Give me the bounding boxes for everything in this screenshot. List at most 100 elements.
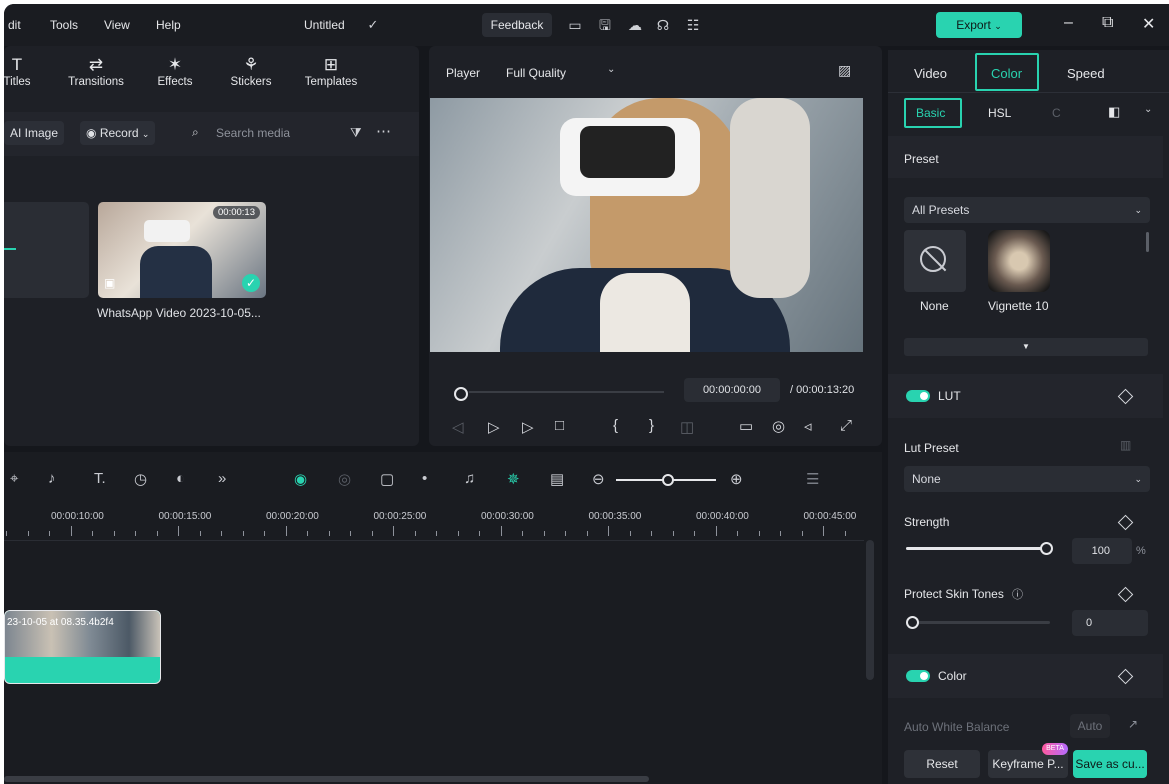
compare-view-icon[interactable]: ◧ xyxy=(1108,104,1120,120)
templates-tool[interactable]: ⊞ Templates xyxy=(296,54,366,88)
timeline-clip[interactable]: 23-10-05 at 08.35.4b2f4 xyxy=(4,610,161,684)
stickers-tool[interactable]: ⚘ Stickers xyxy=(216,54,286,88)
color-palette-icon[interactable]: ◐ xyxy=(176,470,185,487)
clip-marker-icon[interactable]: ◫ xyxy=(680,418,694,436)
restore-icon[interactable]: ⧉ xyxy=(1102,14,1113,32)
video-preview[interactable] xyxy=(430,98,863,352)
apps-grid-icon[interactable]: ☷ xyxy=(684,16,702,34)
strength-track[interactable] xyxy=(906,547,1046,550)
mark-in-icon[interactable]: { xyxy=(613,417,618,434)
save-icon[interactable]: 🖫 xyxy=(596,16,614,34)
strength-handle[interactable] xyxy=(1040,542,1053,555)
crop-icon[interactable]: ⌖ xyxy=(10,470,18,487)
strength-input[interactable]: 100 xyxy=(1072,538,1132,564)
trash-icon[interactable]: ▥ xyxy=(1120,438,1131,452)
timeline-ruler[interactable]: 00:00:10:00 00:00:15:00 00:00:20:00 00:00:2… xyxy=(4,504,864,540)
mic-icon[interactable]: • xyxy=(422,470,427,487)
quality-select[interactable]: Full Quality xyxy=(506,66,566,80)
menu-view[interactable]: View xyxy=(104,18,130,32)
close-icon[interactable]: ✕ xyxy=(1142,14,1155,34)
audio-icon[interactable]: ♪ xyxy=(48,470,56,487)
lut-preset-select[interactable]: None ⌄ xyxy=(904,466,1150,492)
ruler-tick-mark xyxy=(242,531,244,536)
protect-handle[interactable] xyxy=(906,616,919,629)
fullscreen-icon[interactable]: ⤢ xyxy=(840,417,852,434)
preset-none-thumb[interactable] xyxy=(904,230,966,292)
help-icon[interactable]: ⓘ xyxy=(1012,586,1023,602)
more-tools-icon[interactable]: » xyxy=(218,470,226,487)
current-time[interactable]: 00:00:00:00 xyxy=(684,378,780,402)
speed-icon[interactable]: ◷ xyxy=(134,470,147,488)
color-toggle[interactable] xyxy=(906,670,930,682)
music-list-icon[interactable]: ♫ xyxy=(464,470,475,487)
track-layout-icon[interactable]: ☰ xyxy=(806,470,819,488)
lut-toggle[interactable] xyxy=(906,390,930,402)
text-tool-icon[interactable]: T. xyxy=(94,470,106,487)
menu-tools[interactable]: Tools xyxy=(50,18,78,32)
chevron-down-icon[interactable]: ⌄ xyxy=(1144,104,1152,115)
tab-video[interactable]: Video xyxy=(914,66,947,81)
next-frame-icon[interactable]: ▷ xyxy=(488,418,500,436)
prev-frame-icon[interactable]: ◁ xyxy=(452,418,464,436)
play-icon[interactable]: ▷ xyxy=(522,418,534,436)
filter-icon[interactable]: ⧩ xyxy=(350,125,362,141)
zoom-handle[interactable] xyxy=(662,474,674,486)
titles-tool[interactable]: T Titles xyxy=(4,54,52,88)
ruler-tick-label: 00:00:30:00 xyxy=(481,511,534,522)
tab-speed[interactable]: Speed xyxy=(1067,66,1105,81)
protect-track[interactable] xyxy=(906,621,1050,624)
save-as-custom-button[interactable]: Save as cu... xyxy=(1073,750,1147,778)
headset-icon[interactable]: ☊ xyxy=(654,16,672,34)
media-clip-thumbnail[interactable]: 00:00:13 ✓ ▣ xyxy=(98,202,266,298)
preset-scrollbar[interactable] xyxy=(1146,232,1149,252)
menu-edit[interactable]: dit xyxy=(8,18,21,32)
snapshot-view-icon[interactable]: ▨ xyxy=(838,62,851,79)
transitions-tool[interactable]: ⇄ Transitions xyxy=(61,54,131,88)
render-icon[interactable]: ◎ xyxy=(338,470,351,488)
ai-mascot-icon[interactable]: ◉ xyxy=(294,470,307,488)
subtab-basic[interactable]: Basic xyxy=(916,106,945,120)
more-icon[interactable]: ⋯ xyxy=(376,122,391,140)
horizontal-scrollbar[interactable] xyxy=(4,776,649,782)
chevron-down-icon[interactable]: ⌄ xyxy=(607,64,615,75)
ruler-tick-mark xyxy=(113,531,115,536)
vertical-scrollbar[interactable] xyxy=(866,540,874,680)
search-icon: ⌕ xyxy=(192,125,199,139)
all-presets-select[interactable]: All Presets ⌄ xyxy=(904,197,1150,223)
preset-vignette-thumb[interactable] xyxy=(988,230,1050,292)
color-label: Color xyxy=(938,669,967,683)
marker-icon[interactable]: ▢ xyxy=(380,470,394,488)
eyedropper-icon[interactable]: ↗ xyxy=(1128,717,1138,731)
camera-icon[interactable]: ◎ xyxy=(772,417,785,435)
subtab-curves[interactable]: C xyxy=(1052,106,1061,120)
search-input[interactable]: Search media xyxy=(216,126,290,140)
mark-out-icon[interactable]: } xyxy=(649,417,654,434)
subtitle-icon[interactable]: ▤ xyxy=(550,470,564,488)
expand-presets-button[interactable]: ▼ xyxy=(904,338,1148,356)
stop-icon[interactable]: □ xyxy=(555,417,564,434)
strength-label: Strength xyxy=(904,515,950,529)
layout-icon[interactable]: ▭ xyxy=(566,16,584,34)
media-thumbnail-partial[interactable] xyxy=(4,202,89,298)
protect-input[interactable]: 0 xyxy=(1072,610,1148,636)
ruler-tick-mark xyxy=(414,531,416,536)
zoom-in-icon[interactable]: ⊕ xyxy=(730,470,743,488)
ai-effects-icon[interactable]: ✵ xyxy=(507,470,520,488)
ai-image-button[interactable]: AI Image xyxy=(4,121,65,145)
effects-tool[interactable]: ✶ Effects xyxy=(140,54,210,88)
cloud-icon[interactable]: ☁ xyxy=(626,16,644,34)
auto-wb-button[interactable]: Auto xyxy=(1070,714,1110,738)
record-button[interactable]: ◉ Record ⌄ xyxy=(80,121,156,145)
display-icon[interactable]: ▭ xyxy=(739,417,753,435)
volume-icon[interactable]: ◃ xyxy=(804,417,812,435)
feedback-button[interactable]: Feedback xyxy=(482,13,552,37)
progress-track[interactable] xyxy=(469,391,664,393)
zoom-out-icon[interactable]: ⊖ xyxy=(592,470,605,488)
menu-help[interactable]: Help xyxy=(156,18,181,32)
minimize-icon[interactable]: – xyxy=(1064,14,1073,32)
tab-color[interactable]: Color xyxy=(991,66,1022,81)
reset-button[interactable]: Reset xyxy=(904,750,980,778)
playhead-handle[interactable] xyxy=(454,387,468,401)
export-button[interactable]: Export ⌄ xyxy=(936,12,1022,38)
subtab-hsl[interactable]: HSL xyxy=(988,106,1011,120)
